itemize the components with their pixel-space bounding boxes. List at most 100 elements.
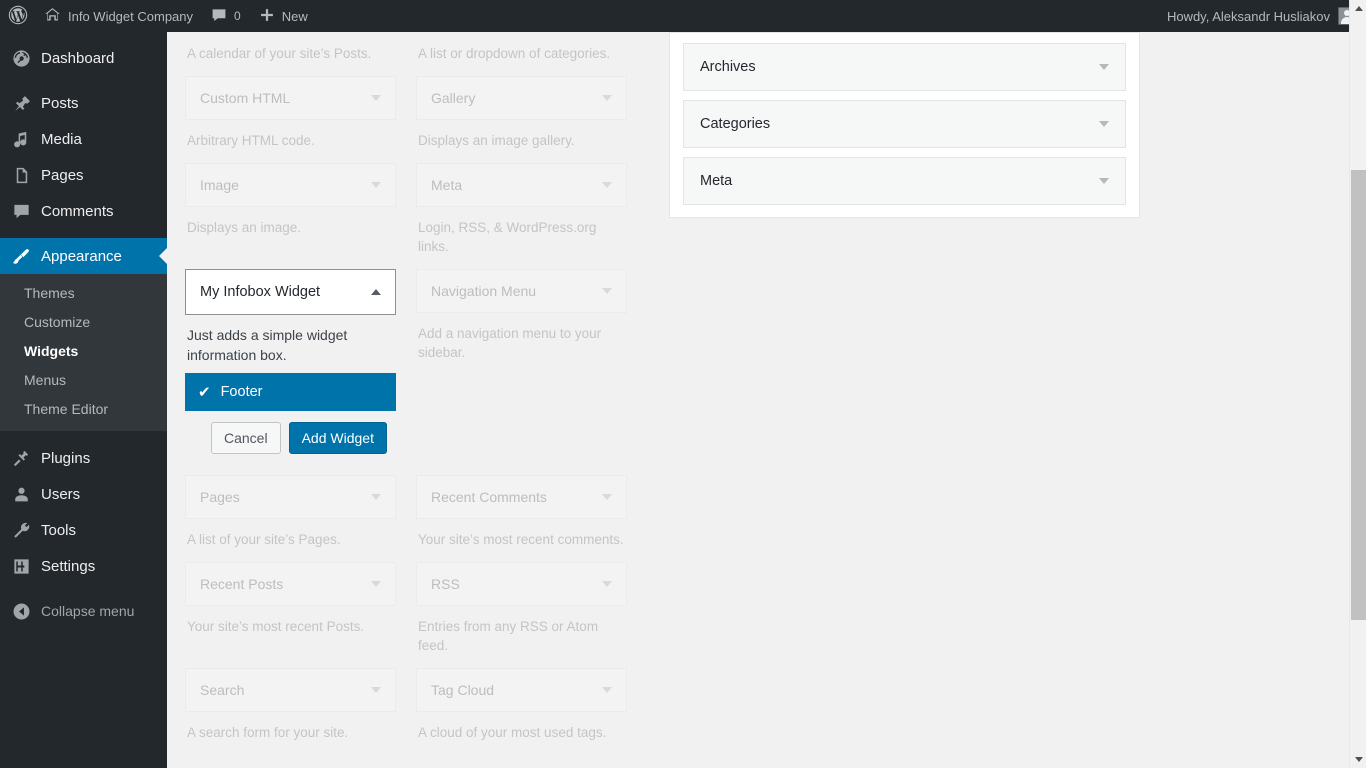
account-menu[interactable]: Howdy, Aleksandr Husliakov [1167, 7, 1366, 25]
chevron-down-icon [602, 687, 612, 693]
widget-title: Image [200, 177, 239, 193]
dashboard-icon [11, 48, 31, 68]
widget-recent-posts[interactable]: Recent Posts [185, 562, 396, 606]
widget-title: Search [200, 682, 245, 698]
chevron-down-icon [1099, 178, 1109, 184]
sidebar-item-settings[interactable]: Settings [0, 548, 167, 584]
home-icon [44, 6, 61, 26]
sidebar-item-appearance[interactable]: Appearance [0, 238, 167, 274]
widget-title: Custom HTML [200, 90, 291, 106]
widget-description: Your site’s most recent comments. [418, 532, 624, 547]
sidebar-widget-meta[interactable]: Meta [683, 157, 1126, 205]
check-icon: ✔ [198, 383, 211, 401]
page-scrollbar[interactable] [1349, 0, 1366, 768]
comments-count: 0 [234, 9, 241, 23]
admin-bar: Info Widget Company 0 New Howdy, Aleksan… [0, 0, 1366, 32]
widget-rss[interactable]: RSS [416, 562, 627, 606]
collapse-menu-label: Collapse menu [41, 603, 135, 619]
widget-description: Displays an image. [187, 220, 302, 235]
widget-custom-html[interactable]: Custom HTML [185, 76, 396, 120]
paintbrush-icon [11, 246, 31, 266]
comments-menu[interactable]: 0 [202, 0, 250, 32]
sidebar-widget-archives[interactable]: Archives [683, 43, 1126, 91]
sidebar-item-pages[interactable]: Pages [0, 157, 167, 193]
widget-row-active: My Infobox Widget Just adds a simple wid… [185, 269, 640, 454]
sidebar-item-label: Tools [41, 521, 77, 539]
widget-description: Just adds a simple widget information bo… [187, 327, 348, 363]
widget-gallery[interactable]: Gallery [416, 76, 627, 120]
widget-description: Entries from any RSS or Atom feed. [418, 619, 599, 653]
site-name-menu[interactable]: Info Widget Company [35, 0, 202, 32]
wrench-icon [11, 520, 31, 540]
chevron-down-icon [371, 687, 381, 693]
sidebar-target-footer[interactable]: ✔ Footer [185, 373, 396, 411]
sidebar-subitem-menus[interactable]: Menus [0, 366, 167, 395]
widget-recent-comments[interactable]: Recent Comments [416, 475, 627, 519]
plus-icon [259, 7, 275, 26]
pages-icon [11, 165, 31, 185]
widget-row: Custom HTML Arbitrary HTML code. Gallery… [185, 76, 640, 163]
sidebar-item-label: Media [41, 130, 82, 148]
chevron-down-icon [602, 182, 612, 188]
widget-actions: Cancel Add Widget [185, 411, 396, 454]
widget-title: Gallery [431, 90, 476, 106]
appearance-submenu: Themes Customize Widgets Menus Theme Edi… [0, 274, 167, 431]
sidebar-item-label: Posts [41, 94, 79, 112]
sidebar-item-label: Users [41, 485, 81, 503]
widget-image[interactable]: Image [185, 163, 396, 207]
collapse-menu-button[interactable]: Collapse menu [0, 593, 167, 629]
sidebar-subitem-themes[interactable]: Themes [0, 279, 167, 308]
greeting-label: Howdy, Aleksandr Husliakov [1166, 8, 1330, 24]
widget-pages[interactable]: Pages [185, 475, 396, 519]
widget-title: Tag Cloud [431, 682, 495, 698]
chevron-down-icon [371, 494, 381, 500]
sidebar-item-label: Appearance [41, 247, 122, 265]
widget-tag-cloud[interactable]: Tag Cloud [416, 668, 627, 712]
widget-row: Image Displays an image. Meta Login, RSS… [185, 163, 640, 269]
sidebar-widget-categories[interactable]: Categories [683, 100, 1126, 148]
widget-title: Pages [200, 489, 240, 505]
chevron-up-icon [371, 289, 381, 295]
sidebar-item-dashboard[interactable]: Dashboard [0, 40, 167, 76]
sidebar-item-posts[interactable]: Posts [0, 85, 167, 121]
scrollbar-thumb[interactable] [1351, 170, 1366, 620]
sidebar-item-users[interactable]: Users [0, 476, 167, 512]
widget-description: A list of your site’s Pages. [187, 532, 341, 547]
sidebar-subitem-widgets[interactable]: Widgets [0, 337, 167, 366]
widget-title: RSS [431, 576, 460, 592]
widget-title: Recent Posts [200, 576, 284, 592]
new-content-menu[interactable]: New [250, 0, 317, 32]
scroll-up-button[interactable] [1350, 0, 1366, 17]
wordpress-logo-menu[interactable] [0, 0, 35, 32]
sidebar-item-label: Comments [41, 202, 114, 220]
wordpress-logo-icon [8, 5, 28, 28]
triangle-down-icon [1354, 757, 1363, 762]
sidebar-widget-title: Categories [700, 116, 771, 132]
sidebar-item-comments[interactable]: Comments [0, 193, 167, 229]
scroll-down-button[interactable] [1350, 751, 1366, 768]
user-icon [11, 484, 31, 504]
widget-my-infobox-widget[interactable]: My Infobox Widget [185, 269, 396, 315]
triangle-up-icon [1354, 6, 1363, 11]
cancel-button[interactable]: Cancel [211, 422, 281, 454]
sidebar-subitem-theme-editor[interactable]: Theme Editor [0, 395, 167, 424]
widget-description: Arbitrary HTML code. [187, 133, 315, 148]
widget-search[interactable]: Search [185, 668, 396, 712]
sidebar-subitem-customize[interactable]: Customize [0, 308, 167, 337]
widget-meta[interactable]: Meta [416, 163, 627, 207]
sidebar-item-label: Plugins [41, 449, 91, 467]
sidebar-item-plugins[interactable]: Plugins [0, 440, 167, 476]
admin-sidebar: Dashboard Posts Media Pages Comments App… [0, 32, 167, 768]
chevron-down-icon [371, 182, 381, 188]
widget-navigation-menu[interactable]: Navigation Menu [416, 269, 627, 313]
chevron-down-icon [371, 95, 381, 101]
collapse-arrow-icon [11, 601, 31, 621]
sidebar-item-tools[interactable]: Tools [0, 512, 167, 548]
comment-icon [11, 201, 31, 221]
widget-row: Pages A list of your site’s Pages. Recen… [185, 475, 640, 562]
sidebar-item-media[interactable]: Media [0, 121, 167, 157]
chevron-down-icon [602, 288, 612, 294]
sidebar-item-label: Dashboard [41, 49, 115, 67]
top-descriptions-row: A calendar of your site’s Posts. A list … [185, 32, 640, 76]
add-widget-button[interactable]: Add Widget [288, 422, 387, 454]
